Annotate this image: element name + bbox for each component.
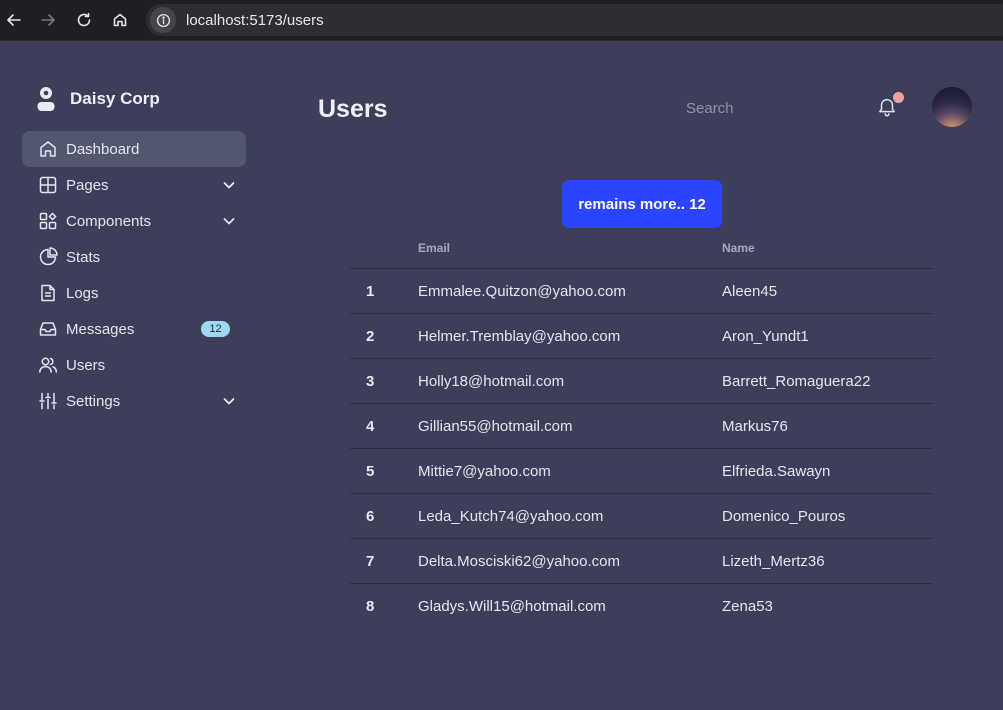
sidebar: Daisy Corp Dashboard Pages Components St… [0,42,270,710]
row-index: 1 [366,283,375,300]
chevron-down-icon[interactable] [222,394,236,408]
row-index: 7 [366,553,375,570]
sidebar-item-label: Pages [66,176,109,194]
row-name: Barrett_Romaguera22 [722,373,871,390]
sidebar-item-stats[interactable]: Stats [22,239,246,275]
document-icon [38,283,58,303]
row-index: 4 [366,418,375,435]
site-info-icon[interactable] [150,7,176,33]
column-header-name[interactable]: Name [722,241,755,255]
row-email: Mittie7@yahoo.com [418,463,551,480]
row-email: Emmalee.Quitzon@yahoo.com [418,283,626,300]
sidebar-item-label: Logs [66,284,99,302]
table-body: 1 Emmalee.Quitzon@yahoo.com Aleen45 2 He… [350,269,933,629]
home-icon[interactable] [108,8,132,32]
row-index: 6 [366,508,375,525]
row-name: Markus76 [722,418,788,435]
chevron-down-icon[interactable] [222,178,236,192]
sidebar-item-messages[interactable]: Messages 12 [22,311,246,347]
table-row[interactable]: 1 Emmalee.Quitzon@yahoo.com Aleen45 [350,269,933,314]
row-name: Aleen45 [722,283,778,300]
row-index: 3 [366,373,375,390]
forward-arrow-icon[interactable] [36,8,60,32]
row-email: Holly18@hotmail.com [418,373,565,390]
back-arrow-icon[interactable] [2,8,26,32]
pie-chart-icon [38,247,58,267]
remains-more-button[interactable]: remains more.. 12 [562,180,722,228]
row-index: 2 [366,328,375,345]
sidebar-item-label: Dashboard [66,140,140,158]
notification-dot [893,92,904,103]
sidebar-item-dashboard[interactable]: Dashboard [22,131,246,167]
row-email: Delta.Mosciski62@yahoo.com [418,553,620,570]
row-name: Aron_Yundt1 [722,328,809,345]
sidebar-item-pages[interactable]: Pages [22,167,246,203]
brand-name: Daisy Corp [70,89,160,108]
row-email: Gillian55@hotmail.com [418,418,573,435]
table-row[interactable]: 7 Delta.Mosciski62@yahoo.com Lizeth_Mert… [350,539,933,584]
table-row[interactable]: 2 Helmer.Tremblay@yahoo.com Aron_Yundt1 [350,314,933,359]
row-email: Gladys.Will15@hotmail.com [418,598,606,615]
sidebar-item-label: Components [66,212,152,230]
table-row[interactable]: 6 Leda_Kutch74@yahoo.com Domenico_Pouros [350,494,933,539]
sidebar-item-label: Messages [66,320,135,338]
messages-count-badge: 12 [201,321,230,337]
components-icon [38,211,58,231]
table-row[interactable]: 8 Gladys.Will15@hotmail.com Zena53 [350,584,933,629]
sidebar-item-label: Stats [66,248,101,266]
avatar[interactable] [932,87,972,127]
table-row[interactable]: 5 Mittie7@yahoo.com Elfrieda.Sawayn [350,449,933,494]
home-icon [38,139,58,159]
logo-icon [37,87,55,111]
address-bar[interactable]: localhost:5173/users [146,4,1003,36]
page-title: Users [318,95,388,123]
brand[interactable]: Daisy Corp [36,86,160,112]
sidebar-item-label: Users [66,356,106,374]
row-name: Elfrieda.Sawayn [722,463,831,480]
search-input[interactable] [686,100,806,117]
browser-toolbar: localhost:5173/users [0,0,1003,41]
url-text: localhost:5173/users [186,11,324,29]
row-name: Lizeth_Mertz36 [722,553,825,570]
inbox-icon [38,319,58,339]
row-index: 5 [366,463,375,480]
reload-icon[interactable] [72,8,96,32]
users-icon [38,355,58,375]
table-row[interactable]: 3 Holly18@hotmail.com Barrett_Romaguera2… [350,359,933,404]
users-table: Email Name 1 Emmalee.Quitzon@yahoo.com A… [350,233,933,629]
sidebar-item-logs[interactable]: Logs [22,275,246,311]
row-email: Helmer.Tremblay@yahoo.com [418,328,621,345]
grid-icon [38,175,58,195]
row-name: Zena53 [722,598,773,615]
sidebar-item-users[interactable]: Users [22,347,246,383]
row-email: Leda_Kutch74@yahoo.com [418,508,604,525]
sidebar-item-label: Settings [66,392,121,410]
table-header: Email Name [350,233,933,269]
table-row[interactable]: 4 Gillian55@hotmail.com Markus76 [350,404,933,449]
sidebar-menu: Dashboard Pages Components Stats Logs Me… [22,131,246,419]
row-name: Domenico_Pouros [722,508,846,525]
sidebar-item-components[interactable]: Components [22,203,246,239]
chevron-down-icon[interactable] [222,214,236,228]
row-index: 8 [366,598,375,615]
column-header-email[interactable]: Email [418,241,450,255]
sliders-icon [38,391,58,411]
sidebar-item-settings[interactable]: Settings [22,383,246,419]
